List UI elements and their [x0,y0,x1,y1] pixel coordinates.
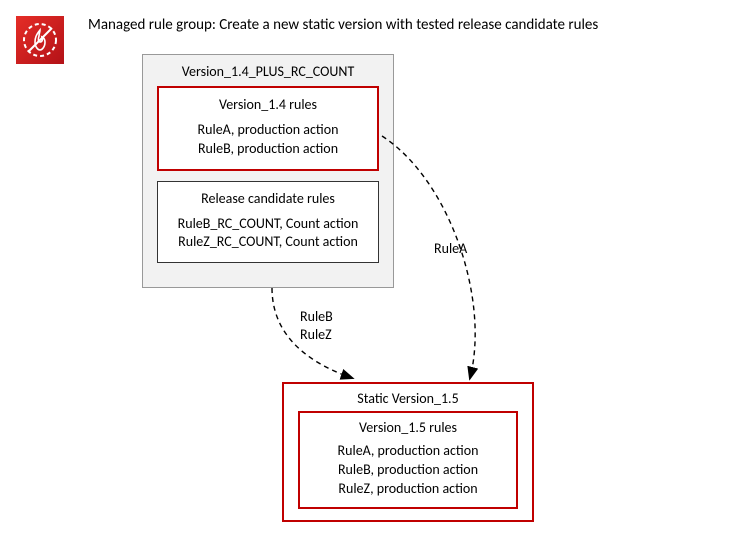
release-candidate-box: Release candidate rules RuleB_RC_COUNT, … [157,181,379,264]
arrow-left-label: RuleB RuleZ [300,308,333,344]
version-15-rule-b: RuleB, production action [310,461,506,480]
version-15-rules-box: Version_1.5 rules RuleA, production acti… [298,411,518,509]
static-version-container: Static Version_1.5 Version_1.5 rules Rul… [282,382,534,522]
release-candidate-title: Release candidate rules [168,190,368,209]
diagram-title: Managed rule group: Create a new static … [88,16,598,34]
version-15-rule-a: RuleA, production action [310,442,506,461]
shield-fire-icon [20,20,60,60]
rc-container-title: Version_1.4_PLUS_RC_COUNT [157,63,379,80]
version-14-rule-a: RuleA, production action [169,121,367,140]
waf-logo-icon [16,16,64,64]
version-15-rule-z: RuleZ, production action [310,480,506,499]
rc-version-container: Version_1.4_PLUS_RC_COUNT Version_1.4 ru… [142,54,394,288]
static-version-title: Static Version_1.5 [298,390,518,407]
arrow-right-rule-a: RuleA [434,240,467,258]
version-14-rule-b: RuleB, production action [169,140,367,159]
version-15-rules-title: Version_1.5 rules [310,419,506,438]
arrow-left-rule-b: RuleB [300,308,333,326]
arrow-left-rule-z: RuleZ [300,326,333,344]
rc-rule-z: RuleZ_RC_COUNT, Count action [168,233,368,252]
rc-rule-b: RuleB_RC_COUNT, Count action [168,215,368,234]
version-14-rules-title: Version_1.4 rules [169,96,367,115]
version-14-rules-box: Version_1.4 rules RuleA, production acti… [157,86,379,171]
arrow-right-label: RuleA [434,240,467,258]
